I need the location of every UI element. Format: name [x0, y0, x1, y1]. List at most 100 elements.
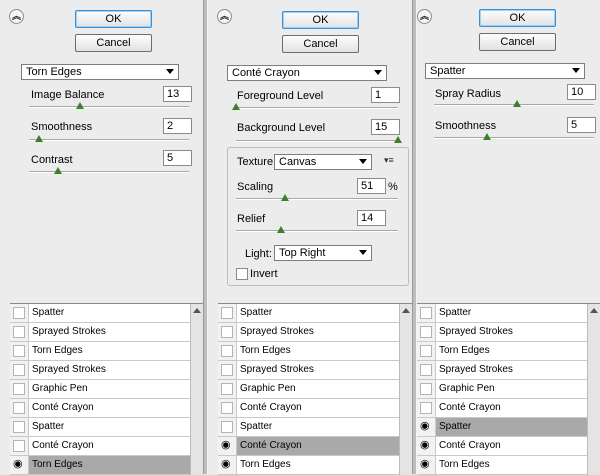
- visibility-toggle[interactable]: ◉: [218, 456, 237, 474]
- visibility-toggle[interactable]: [10, 361, 29, 379]
- param-slider-thumb[interactable]: [394, 136, 402, 143]
- layer-row[interactable]: Torn Edges: [417, 342, 600, 361]
- light-select[interactable]: Top Right: [274, 245, 372, 261]
- layer-row[interactable]: Sprayed Strokes: [218, 323, 412, 342]
- invert-checkbox[interactable]: [236, 268, 248, 280]
- layer-row[interactable]: Conté Crayon: [417, 399, 600, 418]
- param-input[interactable]: 5: [163, 150, 192, 166]
- visibility-toggle[interactable]: [417, 323, 436, 341]
- scaling-slider-track[interactable]: [236, 198, 398, 200]
- visibility-toggle[interactable]: [417, 342, 436, 360]
- visibility-toggle[interactable]: [218, 342, 237, 360]
- visibility-toggle[interactable]: [218, 361, 237, 379]
- layer-row[interactable]: ◉ Torn Edges: [10, 456, 203, 475]
- param-input[interactable]: 13: [163, 86, 192, 102]
- param-slider-track[interactable]: [434, 137, 594, 139]
- visibility-toggle[interactable]: ◉: [218, 437, 237, 455]
- list-scrollbar[interactable]: [399, 304, 412, 475]
- visibility-toggle[interactable]: [10, 437, 29, 455]
- param-input[interactable]: 1: [371, 87, 400, 103]
- ok-button[interactable]: OK: [479, 9, 556, 27]
- param-slider-thumb[interactable]: [482, 133, 491, 140]
- visibility-toggle[interactable]: [218, 418, 237, 436]
- filter-select[interactable]: Spatter: [425, 63, 585, 79]
- param-input[interactable]: 10: [567, 84, 596, 100]
- layer-row[interactable]: ◉ Conté Crayon: [218, 437, 412, 456]
- param-slider-track[interactable]: [29, 106, 189, 108]
- visibility-toggle[interactable]: ◉: [417, 456, 436, 474]
- relief-slider-track[interactable]: [236, 230, 398, 232]
- param-slider-thumb[interactable]: [53, 167, 62, 174]
- visibility-toggle[interactable]: [417, 361, 436, 379]
- layer-row[interactable]: Graphic Pen: [417, 380, 600, 399]
- cancel-button[interactable]: Cancel: [75, 34, 152, 52]
- filter-select[interactable]: Torn Edges: [21, 64, 179, 80]
- menu-icon[interactable]: ▾≡: [384, 155, 394, 166]
- layer-row[interactable]: Sprayed Strokes: [10, 323, 203, 342]
- param-input[interactable]: 2: [163, 118, 192, 134]
- visibility-toggle[interactable]: [417, 380, 436, 398]
- visibility-toggle[interactable]: [10, 304, 29, 322]
- double-chevron-up-icon[interactable]: ︽: [9, 9, 24, 24]
- param-slider-track[interactable]: [29, 139, 189, 141]
- layer-row[interactable]: Conté Crayon: [218, 399, 412, 418]
- layer-row[interactable]: Spatter: [10, 304, 203, 323]
- scaling-slider-thumb[interactable]: [280, 194, 289, 201]
- layer-row[interactable]: Spatter: [218, 418, 412, 437]
- cancel-button[interactable]: Cancel: [479, 33, 556, 51]
- layer-row[interactable]: Torn Edges: [10, 342, 203, 361]
- layer-row[interactable]: Sprayed Strokes: [218, 361, 412, 380]
- visibility-toggle[interactable]: [10, 399, 29, 417]
- double-chevron-up-icon[interactable]: ︽: [217, 9, 232, 24]
- list-scrollbar[interactable]: [587, 304, 600, 475]
- ok-button[interactable]: OK: [282, 11, 359, 29]
- visibility-toggle[interactable]: ◉: [10, 456, 29, 474]
- param-slider-thumb[interactable]: [34, 135, 43, 142]
- layer-row[interactable]: Sprayed Strokes: [10, 361, 203, 380]
- layer-row[interactable]: ◉ Spatter: [417, 418, 600, 437]
- visibility-toggle[interactable]: ◉: [417, 437, 436, 455]
- scroll-up-arrow-icon[interactable]: [402, 308, 410, 313]
- layer-row[interactable]: Conté Crayon: [10, 437, 203, 456]
- scroll-up-arrow-icon[interactable]: [590, 308, 598, 313]
- layer-row[interactable]: ◉ Torn Edges: [417, 456, 600, 475]
- visibility-toggle[interactable]: [218, 380, 237, 398]
- visibility-toggle[interactable]: [10, 418, 29, 436]
- layer-row[interactable]: Spatter: [10, 418, 203, 437]
- visibility-toggle[interactable]: [218, 399, 237, 417]
- layer-row[interactable]: Graphic Pen: [218, 380, 412, 399]
- layer-row[interactable]: Conté Crayon: [10, 399, 203, 418]
- param-slider-track[interactable]: [236, 107, 398, 109]
- visibility-toggle[interactable]: [10, 380, 29, 398]
- scroll-up-arrow-icon[interactable]: [193, 308, 201, 313]
- cancel-button[interactable]: Cancel: [282, 35, 359, 53]
- visibility-toggle[interactable]: [417, 399, 436, 417]
- visibility-toggle[interactable]: ◉: [417, 418, 436, 436]
- visibility-toggle[interactable]: [417, 304, 436, 322]
- visibility-toggle[interactable]: [218, 304, 237, 322]
- list-scrollbar[interactable]: [190, 304, 203, 475]
- relief-slider-thumb[interactable]: [277, 226, 286, 233]
- layer-row[interactable]: ◉ Conté Crayon: [417, 437, 600, 456]
- visibility-toggle[interactable]: [10, 342, 29, 360]
- layer-row[interactable]: Sprayed Strokes: [417, 323, 600, 342]
- layer-row[interactable]: ◉ Torn Edges: [218, 456, 412, 475]
- texture-select[interactable]: Canvas: [274, 154, 372, 170]
- scaling-input[interactable]: 51: [357, 178, 386, 194]
- layer-row[interactable]: Spatter: [218, 304, 412, 323]
- double-chevron-up-icon[interactable]: ︽: [417, 9, 432, 24]
- param-input[interactable]: 15: [371, 119, 400, 135]
- visibility-toggle[interactable]: [10, 323, 29, 341]
- layer-row[interactable]: Sprayed Strokes: [417, 361, 600, 380]
- param-slider-thumb[interactable]: [232, 103, 240, 110]
- layer-row[interactable]: Graphic Pen: [10, 380, 203, 399]
- filter-select[interactable]: Conté Crayon: [227, 65, 387, 81]
- param-slider-thumb[interactable]: [76, 102, 85, 109]
- layer-row[interactable]: Torn Edges: [218, 342, 412, 361]
- visibility-toggle[interactable]: [218, 323, 237, 341]
- param-slider-thumb[interactable]: [513, 100, 522, 107]
- layer-row[interactable]: Spatter: [417, 304, 600, 323]
- ok-button[interactable]: OK: [75, 10, 152, 28]
- relief-input[interactable]: 14: [357, 210, 386, 226]
- param-slider-track[interactable]: [236, 140, 398, 142]
